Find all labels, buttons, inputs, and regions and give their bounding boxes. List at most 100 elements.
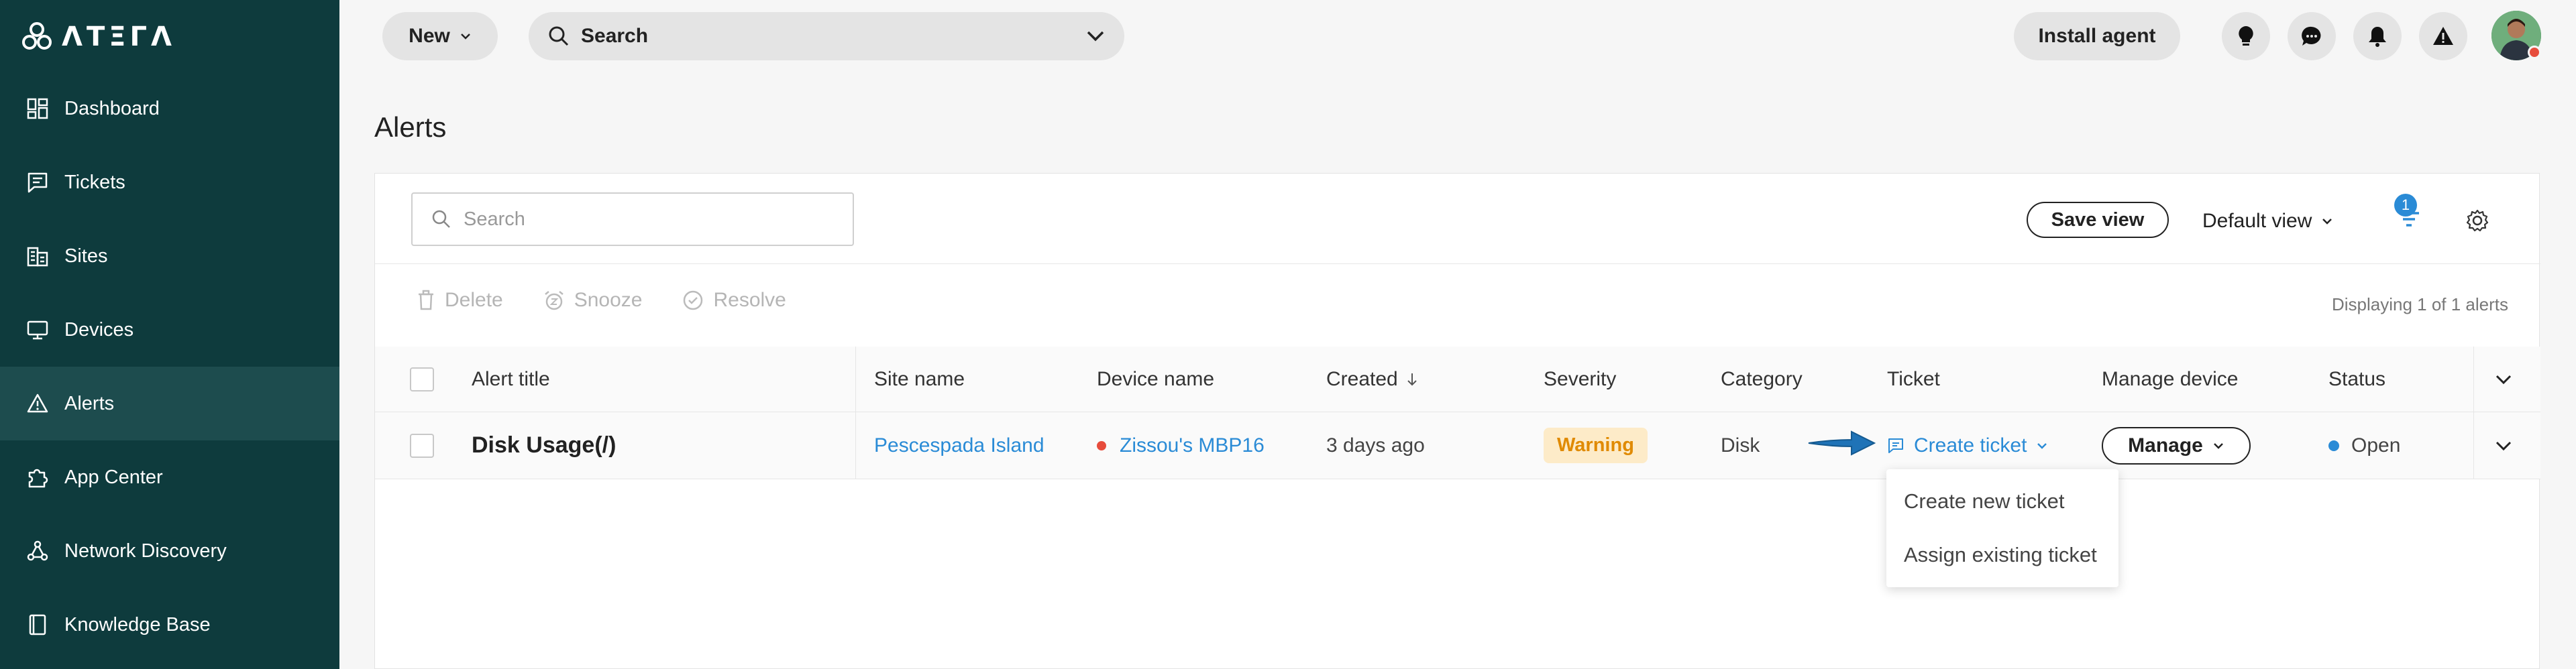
bell-icon (2367, 25, 2387, 48)
header-status[interactable]: Status (2328, 347, 2385, 412)
sidebar-item-label: Sites (64, 245, 108, 267)
sidebar-item-label: Network Discovery (64, 540, 227, 562)
row-expand-button[interactable] (2495, 412, 2512, 479)
severity-badge: Warning (1544, 428, 1648, 463)
severity-cell: Warning (1544, 412, 1648, 479)
sidebar-nav: Dashboard Tickets Sites Devices Alerts A… (0, 72, 339, 662)
ticket-dropdown-menu: Create new ticket Assign existing ticket (1886, 469, 2118, 587)
sidebar-item-sites[interactable]: Sites (0, 219, 339, 293)
manage-button[interactable]: Manage (2102, 426, 2251, 465)
bulk-actions: Delete Snooze Resolve (417, 289, 786, 312)
column-divider (855, 412, 856, 479)
top-bar: New Search Install agent (339, 0, 2576, 72)
chevron-down-icon[interactable] (1085, 29, 1106, 43)
sidebar-item-devices[interactable]: Devices (0, 293, 339, 367)
chevron-down-icon (2036, 442, 2048, 450)
category-cell: Disk (1721, 434, 1760, 457)
sidebar-item-alerts[interactable]: Alerts (0, 367, 339, 440)
install-agent-button[interactable]: Install agent (2014, 12, 2180, 60)
presence-status-dot (2528, 46, 2541, 59)
select-all-cell (410, 347, 434, 412)
ticket-icon (1887, 437, 1904, 454)
header-created[interactable]: Created (1326, 347, 1418, 412)
site-name-link[interactable]: Pescespada Island (874, 412, 1044, 479)
puzzle-icon (23, 463, 52, 492)
header-severity[interactable]: Severity (1544, 347, 1616, 412)
tickets-icon (23, 168, 52, 197)
status-label: Open (2351, 434, 2401, 457)
sort-arrow-down-icon (1406, 371, 1418, 387)
sidebar-item-label: Alerts (64, 392, 115, 414)
lightbulb-icon (2237, 25, 2255, 48)
snooze-button[interactable]: Snooze (543, 289, 643, 312)
delete-button[interactable]: Delete (417, 289, 503, 312)
sidebar: ΛΤΞΓΛ Dashboard Tickets Sites Devices Al… (0, 0, 339, 669)
display-count: Displaying 1 of 1 alerts (2331, 294, 2508, 314)
delete-label: Delete (445, 289, 503, 311)
chevron-down-icon (2495, 440, 2512, 451)
header-alert-title[interactable]: Alert title (472, 347, 550, 412)
select-all-checkbox[interactable] (410, 367, 434, 391)
header-created-label: Created (1326, 367, 1398, 390)
columns-menu-button[interactable] (2495, 347, 2512, 412)
header-category[interactable]: Category (1721, 347, 1803, 412)
header-ticket[interactable]: Ticket (1887, 347, 1940, 412)
sidebar-item-label: Devices (64, 318, 134, 341)
resolve-button[interactable]: Resolve (682, 289, 786, 312)
system-alerts-button[interactable] (2419, 12, 2467, 60)
chat-icon (2300, 25, 2323, 48)
chevron-down-icon (2321, 217, 2333, 225)
manage-device-cell: Manage (2102, 412, 2251, 479)
table-header: Alert title Site name Device name Create… (375, 347, 2540, 412)
annotation-arrow-icon (1805, 426, 1878, 460)
new-button[interactable]: New (382, 12, 498, 60)
row-select-cell (410, 412, 434, 479)
settings-button[interactable] (2459, 202, 2496, 239)
sidebar-item-network-discovery[interactable]: Network Discovery (0, 514, 339, 588)
header-manage-device: Manage device (2102, 367, 2239, 390)
divider (375, 263, 2540, 264)
alerts-card: Save view Default view 1 Delete Snooze (374, 173, 2540, 669)
create-new-ticket-option[interactable]: Create new ticket (1886, 475, 2118, 528)
gear-icon (2465, 208, 2489, 233)
device-name-link[interactable]: Zissou's MBP16 (1120, 434, 1265, 457)
atera-logo[interactable]: ΛΤΞΓΛ (20, 20, 176, 54)
sidebar-item-knowledge-base[interactable]: Knowledge Base (0, 588, 339, 662)
notifications-button[interactable] (2353, 12, 2402, 60)
create-ticket-button[interactable]: Create ticket (1887, 434, 2048, 457)
alerts-search[interactable] (411, 192, 854, 246)
table-row[interactable]: Disk Usage(/) Pescespada Island Zissou's… (375, 412, 2540, 479)
column-divider (855, 347, 856, 412)
devices-icon (23, 315, 52, 345)
logo-icon (22, 22, 52, 50)
sidebar-item-app-center[interactable]: App Center (0, 440, 339, 514)
default-view-select[interactable]: Default view (2202, 204, 2333, 238)
row-checkbox[interactable] (410, 433, 434, 458)
status-dot (2328, 440, 2339, 451)
default-view-label: Default view (2202, 210, 2312, 232)
device-name-cell: Zissou's MBP16 (1097, 412, 1265, 479)
chevron-down-icon (2495, 374, 2512, 385)
global-search-label: Search (581, 25, 649, 47)
manage-label: Manage (2128, 434, 2203, 457)
search-icon (547, 25, 570, 48)
alerts-search-input[interactable] (464, 208, 839, 231)
sidebar-item-label: Tickets (64, 171, 125, 193)
assign-existing-ticket-option[interactable]: Assign existing ticket (1886, 528, 2118, 582)
logo-text: ΛΤΞΓΛ (62, 21, 176, 52)
chat-button[interactable] (2288, 12, 2336, 60)
lightbulb-button[interactable] (2222, 12, 2270, 60)
snooze-label: Snooze (574, 289, 643, 311)
global-search[interactable]: Search (529, 12, 1124, 60)
trash-icon (417, 290, 435, 311)
sidebar-item-dashboard[interactable]: Dashboard (0, 72, 339, 145)
save-view-button[interactable]: Save view (2027, 202, 2169, 238)
header-site-name[interactable]: Site name (874, 347, 965, 412)
column-divider (2473, 412, 2474, 479)
sidebar-item-tickets[interactable]: Tickets (0, 145, 339, 219)
warning-icon (2432, 25, 2455, 47)
header-device-name[interactable]: Device name (1097, 347, 1214, 412)
alert-title-cell[interactable]: Disk Usage(/) (472, 412, 616, 479)
dashboard-icon (23, 94, 52, 123)
device-status-dot (1097, 440, 1106, 450)
